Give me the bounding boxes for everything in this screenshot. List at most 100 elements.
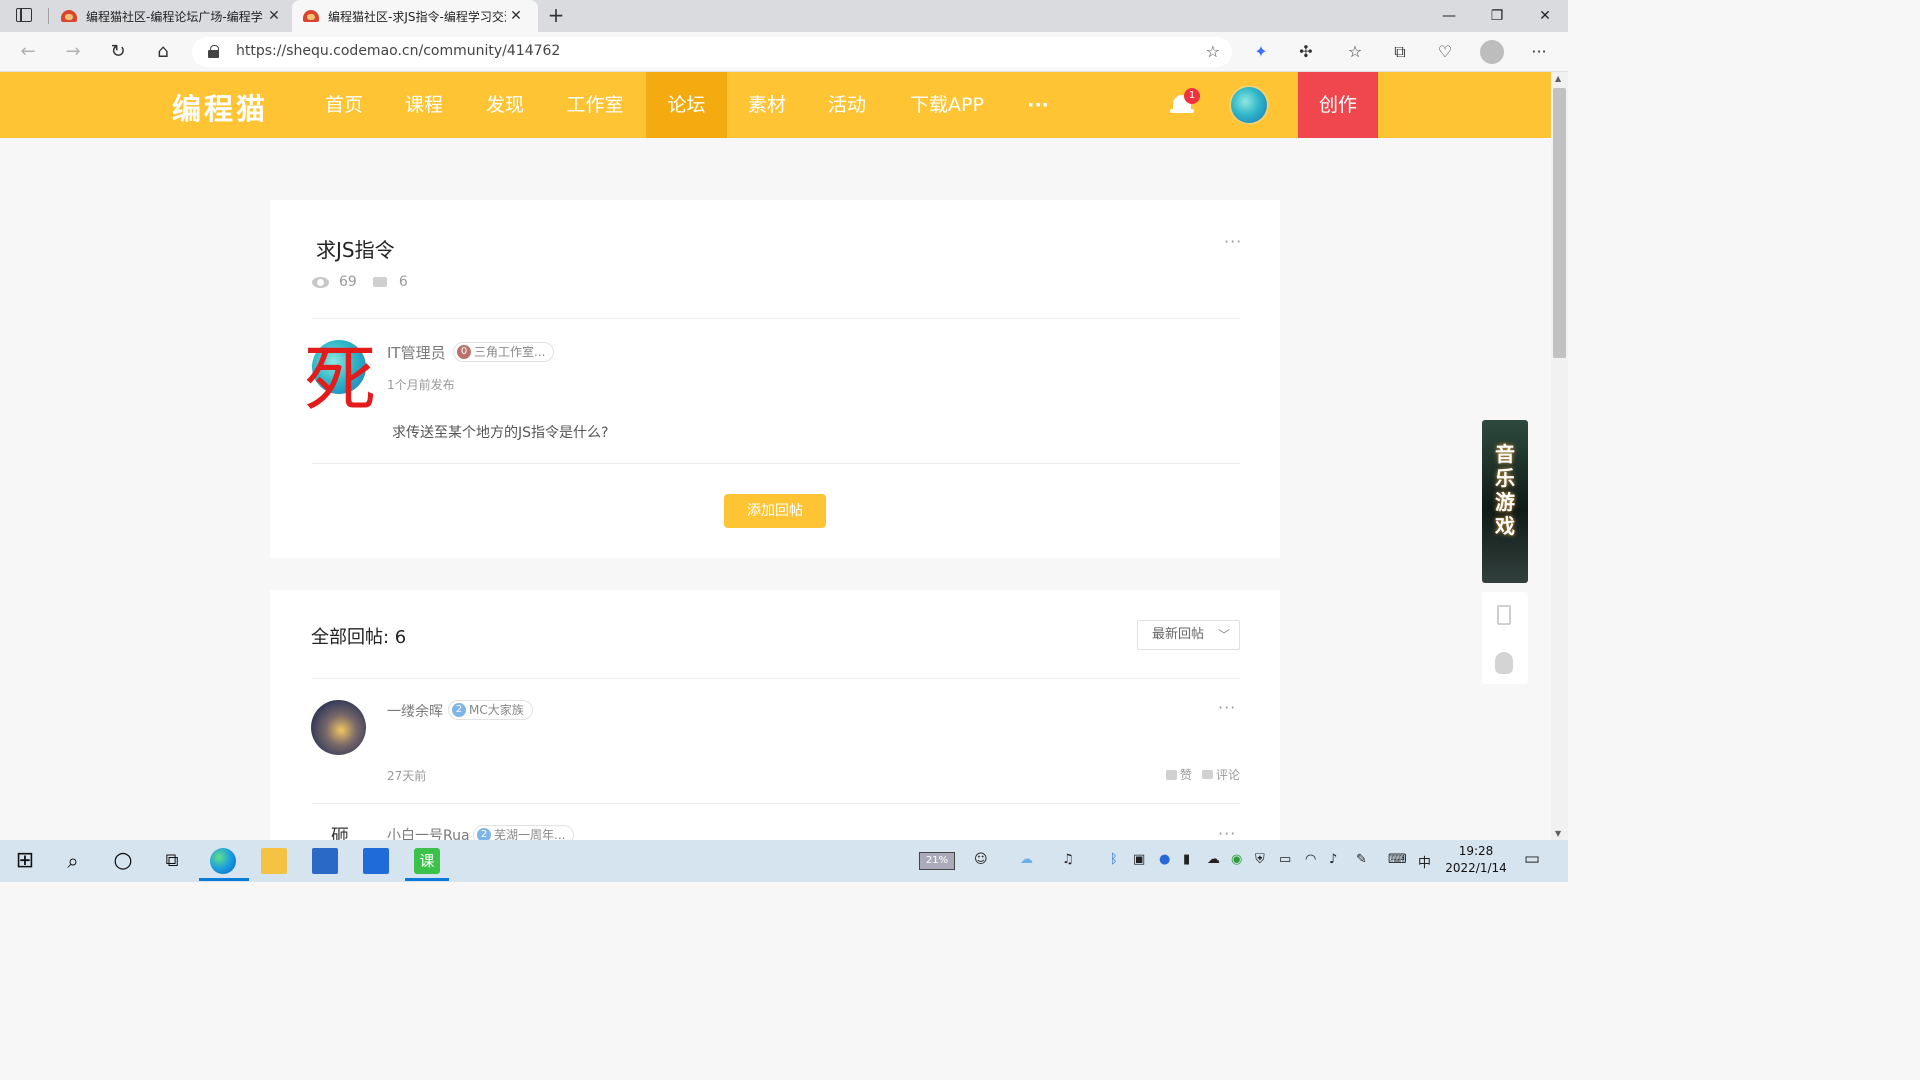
- add-favorite-icon[interactable]: ☆: [1206, 42, 1220, 61]
- nav-studio[interactable]: 工作室: [562, 72, 628, 138]
- security-green-icon[interactable]: ◉: [1231, 852, 1242, 867]
- comment-count: 6: [398, 274, 408, 290]
- nav-discover[interactable]: 发现: [478, 72, 532, 138]
- extensions-icon[interactable]: ✣: [1295, 41, 1317, 63]
- post-title: 求JS指令: [316, 238, 395, 262]
- extension-bird-icon[interactable]: ✦: [1250, 41, 1272, 63]
- mail-icon[interactable]: [363, 848, 389, 874]
- task-view-icon[interactable]: ⧉: [159, 848, 185, 874]
- page-scrollbar[interactable]: ▲ ▼: [1551, 72, 1568, 840]
- home-icon[interactable]: ⌂: [151, 40, 175, 64]
- clock-date: 2022/1/14: [1445, 861, 1507, 875]
- nav-more-icon[interactable]: ···: [1022, 72, 1054, 138]
- divider: [312, 678, 1240, 679]
- browser-tab-bar: 编程猫社区-编程论坛广场-编程学习 ✕ 编程猫社区-求JS指令-编程学习交流 ✕…: [0, 0, 1568, 32]
- add-reply-button[interactable]: 添加回帖: [724, 494, 826, 528]
- settings-more-icon[interactable]: ···: [1528, 41, 1550, 63]
- create-button[interactable]: 创作: [1298, 72, 1378, 138]
- microphone-icon[interactable]: ▮: [1183, 852, 1190, 867]
- level-badge: 0: [457, 345, 471, 359]
- reply-author-tag[interactable]: 2 MC大家族: [448, 700, 533, 720]
- notification-badge: 1: [1184, 88, 1200, 104]
- codemao-favicon-icon: [60, 9, 78, 23]
- nav-events[interactable]: 活动: [820, 72, 874, 138]
- scrollbar-thumb[interactable]: [1553, 88, 1566, 358]
- post-more-icon[interactable]: ···: [1224, 232, 1242, 251]
- cloud-icon[interactable]: ☁: [1207, 852, 1220, 867]
- lenovo-icon[interactable]: ●: [1159, 852, 1170, 867]
- volume-icon[interactable]: ♪: [1329, 852, 1337, 867]
- new-tab-button[interactable]: +: [545, 4, 567, 26]
- notification-tray-icon[interactable]: ♫: [1062, 852, 1074, 867]
- reply-avatar[interactable]: [311, 700, 366, 755]
- power-icon[interactable]: ▭: [1279, 852, 1291, 867]
- comment-button[interactable]: 评论: [1201, 766, 1240, 783]
- wifi-icon[interactable]: ◠: [1305, 852, 1316, 867]
- collections-icon[interactable]: ⧉: [1389, 41, 1411, 63]
- author-name[interactable]: IT管理员: [387, 342, 446, 363]
- post-stats: 69 6: [312, 274, 408, 290]
- music-game-ad[interactable]: 音乐游戏: [1482, 420, 1528, 583]
- qq-icon[interactable]: [1495, 652, 1513, 674]
- nav-home[interactable]: 首页: [318, 72, 370, 138]
- nav-forum[interactable]: 论坛: [646, 72, 727, 138]
- nav-courses[interactable]: 课程: [398, 72, 450, 138]
- windows-start-icon[interactable]: ⊞: [12, 848, 38, 874]
- tab-actions-icon[interactable]: [16, 8, 32, 22]
- ime-indicator[interactable]: 中: [1418, 852, 1431, 871]
- url-text[interactable]: https://shequ.codemao.cn/community/41476…: [236, 43, 560, 59]
- edge-icon[interactable]: [210, 848, 236, 874]
- mobile-icon[interactable]: [1497, 605, 1511, 625]
- refresh-icon[interactable]: ↻: [106, 40, 130, 64]
- back-icon[interactable]: ←: [16, 40, 40, 64]
- pen-icon[interactable]: ✎: [1356, 852, 1367, 867]
- nav-materials[interactable]: 素材: [740, 72, 794, 138]
- replies-card: 全部回帖: 6 最新回帖 ﹀ 一缕余晖 2 MC大家族 ··· 27天前 赞 评…: [270, 590, 1280, 850]
- action-center-icon[interactable]: ▭: [1524, 849, 1540, 869]
- tab-close-icon[interactable]: ✕: [506, 8, 526, 24]
- file-explorer-icon[interactable]: [261, 848, 287, 874]
- keyboard-icon[interactable]: ⌨: [1388, 852, 1407, 867]
- cortana-icon[interactable]: ○: [110, 848, 136, 874]
- comment-label: 评论: [1215, 768, 1240, 782]
- view-count: 69: [339, 274, 357, 290]
- profile-icon[interactable]: [1480, 40, 1504, 64]
- people-icon[interactable]: ☺: [974, 852, 988, 867]
- nav-download-app[interactable]: 下载APP: [906, 72, 988, 138]
- browser-tab-forum-square[interactable]: 编程猫社区-编程论坛广场-编程学习 ✕: [50, 0, 292, 32]
- scroll-up-icon[interactable]: ▲: [1555, 74, 1561, 83]
- battery-indicator[interactable]: 21%: [919, 852, 955, 870]
- divider: [312, 803, 1240, 804]
- favorites-icon[interactable]: ☆: [1344, 41, 1366, 63]
- browser-tab-js-post[interactable]: 编程猫社区-求JS指令-编程学习交流 ✕: [292, 0, 538, 32]
- display-icon[interactable]: ▣: [1133, 852, 1145, 867]
- author-studio-tag[interactable]: 0 三角工作室...: [453, 342, 555, 362]
- lock-icon[interactable]: [208, 45, 219, 58]
- clock[interactable]: 19:28 2022/1/14: [1445, 843, 1507, 877]
- tab-close-icon[interactable]: ✕: [264, 8, 284, 24]
- notification-bell-icon[interactable]: 1: [1170, 88, 1200, 118]
- restore-icon[interactable]: ❐: [1482, 4, 1512, 28]
- close-window-icon[interactable]: ✕: [1530, 4, 1560, 28]
- bluetooth-icon[interactable]: ᛒ: [1110, 852, 1118, 867]
- minimize-icon[interactable]: —: [1434, 4, 1464, 28]
- site-logo[interactable]: 编程猫: [172, 86, 268, 128]
- user-avatar[interactable]: [1229, 85, 1269, 125]
- like-button[interactable]: 赞: [1165, 766, 1192, 783]
- scroll-down-icon[interactable]: ▼: [1555, 829, 1561, 838]
- defender-icon[interactable]: ⛨: [1255, 852, 1265, 867]
- reply-author-name[interactable]: 一缕余晖: [387, 701, 443, 721]
- browser-essentials-icon[interactable]: ♡: [1434, 41, 1456, 63]
- course-app-icon[interactable]: 课: [414, 848, 440, 874]
- onedrive-icon[interactable]: ☁: [1020, 852, 1033, 867]
- store-icon[interactable]: [312, 848, 338, 874]
- comment-icon: [1201, 770, 1213, 779]
- post-time: 1个月前发布: [387, 378, 455, 392]
- address-bar[interactable]: https://shequ.codemao.cn/community/41476…: [192, 37, 1232, 67]
- reply-actions: 赞 评论: [1165, 766, 1240, 783]
- reply-more-icon[interactable]: ···: [1218, 698, 1236, 717]
- sort-select[interactable]: 最新回帖 ﹀: [1137, 620, 1240, 650]
- search-icon[interactable]: ⌕: [60, 848, 86, 874]
- tab-title: 编程猫社区-编程论坛广场-编程学习: [86, 9, 264, 24]
- forward-icon[interactable]: →: [61, 40, 85, 64]
